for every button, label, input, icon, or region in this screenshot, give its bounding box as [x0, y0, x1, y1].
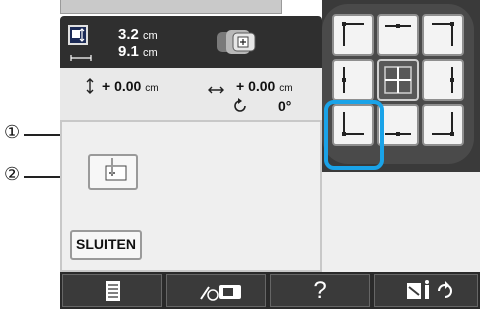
width-unit: cm: [143, 47, 158, 59]
rotation-value: 0°: [278, 98, 292, 114]
position-panel-lower: [322, 172, 480, 272]
callout-1: ①: [4, 122, 21, 142]
vertical-offset-unit: cm: [145, 83, 159, 94]
horizontal-offset: + 0.00 cm: [236, 78, 293, 94]
position-center-button[interactable]: [377, 59, 419, 101]
size-icon: [68, 25, 88, 45]
embroidery-screen: 3.2 cm 9.1 cm + 0.00 cm + 0.00 cm 0° SLU…: [60, 0, 480, 309]
design-info-panel: 3.2 cm 9.1 cm: [60, 16, 322, 68]
horizontal-offset-value: + 0.00: [236, 78, 276, 94]
memory-icon: [63, 275, 161, 306]
top-strip: [60, 0, 282, 14]
memory-button[interactable]: [62, 274, 162, 307]
position-middle-left-button[interactable]: [332, 59, 374, 101]
embroidery-edit-icon: [167, 275, 265, 306]
width-value: 9.1: [118, 43, 139, 60]
position-top-left-button[interactable]: [332, 14, 374, 56]
close-button[interactable]: SLUITEN: [70, 230, 142, 260]
help-label: ?: [313, 277, 327, 304]
main-panel: SLUITEN: [60, 120, 322, 272]
vertical-offset: + 0.00 cm: [102, 78, 159, 94]
height-value: 3.2: [118, 26, 139, 43]
vertical-offset-value: + 0.00: [102, 78, 142, 94]
height-readout: 3.2 cm: [118, 27, 158, 44]
offset-panel: + 0.00 cm + 0.00 cm 0°: [60, 68, 322, 120]
rotate-icon: [232, 98, 248, 114]
selected-position-highlight: [324, 100, 384, 170]
needle-start-button[interactable]: [88, 154, 138, 190]
position-top-center-button[interactable]: [377, 14, 419, 56]
embroidery-edit-button[interactable]: [166, 274, 266, 307]
position-top-right-button[interactable]: [422, 14, 464, 56]
needle-start-icon: [105, 158, 127, 181]
position-middle-right-button[interactable]: [422, 59, 464, 101]
hoop-icon: [216, 29, 258, 55]
help-button[interactable]: ?: [270, 274, 370, 307]
horizontal-offset-unit: cm: [279, 83, 293, 94]
width-arrow-icon: [70, 49, 92, 61]
width-readout: 9.1 cm: [118, 44, 158, 61]
vertical-arrow-icon: [86, 78, 94, 94]
settings-icon: [375, 275, 477, 306]
height-unit: cm: [143, 30, 158, 42]
horizontal-arrow-icon: [208, 81, 224, 94]
settings-button[interactable]: [374, 274, 478, 307]
position-bottom-right-button[interactable]: [422, 104, 464, 146]
callout-2: ②: [4, 164, 21, 184]
